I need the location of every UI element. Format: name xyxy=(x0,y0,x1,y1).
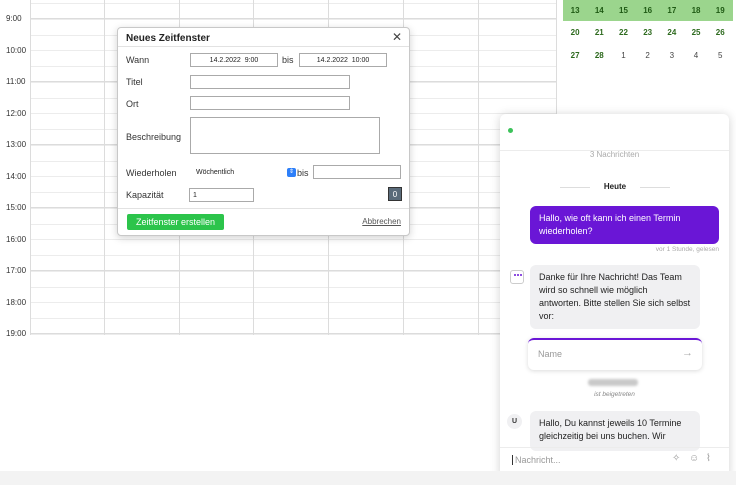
dialog-footer-divider xyxy=(118,208,409,209)
hour-label: 12:00 xyxy=(6,108,27,118)
mini-month-day[interactable]: 15 xyxy=(611,6,635,15)
paperclip-icon[interactable]: ⌇ xyxy=(706,453,711,464)
bot-avatar-icon xyxy=(510,270,524,284)
until-label: bis xyxy=(282,55,294,65)
end-datetime-input[interactable] xyxy=(299,53,387,67)
name-prompt-card: → xyxy=(528,338,702,370)
online-status-icon xyxy=(508,128,513,133)
user-message-bubble: Hallo, wie oft kann ich einen Termin wie… xyxy=(530,206,719,244)
repeat-label: Wiederholen xyxy=(126,168,177,178)
start-datetime-input[interactable] xyxy=(190,53,278,67)
mini-month-day[interactable]: 14 xyxy=(587,6,611,15)
mini-month-day[interactable]: 20 xyxy=(563,28,587,37)
repeat-select[interactable]: Wöchentlich ⇕ xyxy=(194,166,296,179)
mini-month-day[interactable]: 4 xyxy=(684,51,708,60)
title-label: Titel xyxy=(126,77,143,87)
description-label: Beschreibung xyxy=(126,132,182,142)
chevron-updown-icon: ⇕ xyxy=(287,168,296,177)
hour-label: 14:00 xyxy=(6,171,27,181)
mini-month-day[interactable]: 1 xyxy=(611,51,635,60)
mini-month-day[interactable]: 5 xyxy=(708,51,732,60)
mini-month-day[interactable]: 24 xyxy=(660,28,684,37)
agent-message-bubble: Hallo, Du kannst jeweils 10 Termine glei… xyxy=(530,411,700,451)
mini-month-day[interactable]: 3 xyxy=(660,51,684,60)
mini-month-day[interactable]: 2 xyxy=(636,51,660,60)
mini-month-week: 13 14 15 16 17 18 19 xyxy=(563,0,733,21)
mini-month-calendar: 13 14 15 16 17 18 19 20 21 22 23 24 25 26 27 28 1 2 3 4 5 xyxy=(563,0,733,67)
location-label: Ort xyxy=(126,99,139,109)
location-input[interactable] xyxy=(190,96,350,110)
name-input[interactable] xyxy=(538,349,668,359)
mini-month-day[interactable]: 25 xyxy=(684,28,708,37)
day-divider-line-right xyxy=(640,187,670,188)
title-input[interactable] xyxy=(190,75,350,89)
close-icon[interactable]: ✕ xyxy=(392,30,402,44)
create-timeslot-button[interactable]: Zeitfenster erstellen xyxy=(127,214,224,230)
hour-label: 15:00 xyxy=(6,203,27,212)
mini-month-day[interactable]: 18 xyxy=(684,6,708,15)
message-count: 3 Nachrichten xyxy=(589,150,640,159)
page-footer-strip xyxy=(0,471,736,485)
new-timeslot-dialog: Neues Zeitfenster ✕ Wann bis Titel Ort B… xyxy=(117,27,410,236)
repeat-until-label: bis xyxy=(297,168,309,178)
repeat-until-input[interactable] xyxy=(313,165,401,179)
mini-month-day[interactable]: 17 xyxy=(660,6,684,15)
mini-month-day[interactable]: 22 xyxy=(611,28,635,37)
description-textarea[interactable] xyxy=(190,117,380,154)
joined-user-name-blurred xyxy=(588,379,638,386)
joined-notice: ist beigetreten xyxy=(594,391,635,398)
capacity-label: Kapazität xyxy=(126,190,164,200)
mini-month-day[interactable]: 26 xyxy=(708,28,732,37)
mini-month-week: 20 21 22 23 24 25 26 xyxy=(563,21,733,44)
mini-month-day[interactable]: 16 xyxy=(636,6,660,15)
smiley-icon[interactable]: ☺ xyxy=(689,453,699,464)
mini-month-day[interactable]: 13 xyxy=(563,6,587,15)
hour-label: 16:00 xyxy=(6,234,27,244)
mini-month-day[interactable]: 27 xyxy=(563,51,587,60)
mini-month-day[interactable]: 19 xyxy=(708,6,732,15)
hour-label: 13:00 xyxy=(6,140,27,149)
chat-message-input[interactable] xyxy=(512,455,652,465)
bot-message-bubble: Danke für Ihre Nachricht! Das Team wird … xyxy=(530,265,700,329)
arrow-right-icon[interactable]: → xyxy=(682,347,693,359)
hour-label: 11:00 xyxy=(6,77,26,86)
capacity-input[interactable] xyxy=(189,188,254,202)
message-meta: vor 1 Stunde, gelesen xyxy=(655,246,719,253)
dialog-title: Neues Zeitfenster xyxy=(126,33,210,44)
mini-month-day[interactable]: 28 xyxy=(587,51,611,60)
when-label: Wann xyxy=(126,55,150,65)
hour-label: 18:00 xyxy=(6,297,27,307)
mini-month-day[interactable]: 23 xyxy=(636,28,660,37)
agent-avatar: U xyxy=(507,414,522,429)
hour-label: 19:00 xyxy=(6,329,27,338)
hour-label: 10:00 xyxy=(6,45,27,55)
mini-month-day[interactable]: 21 xyxy=(587,28,611,37)
hour-label: 9:00 xyxy=(6,14,22,23)
cancel-link[interactable]: Abbrechen xyxy=(362,217,401,226)
repeat-selected-value: Wöchentlich xyxy=(196,169,235,176)
sparkle-icon[interactable]: ✧ xyxy=(672,453,680,464)
day-divider: Heute xyxy=(560,182,670,192)
capacity-badge: 0 xyxy=(388,187,402,201)
mini-month-week: 27 28 1 2 3 4 5 xyxy=(563,44,733,67)
hour-label: 17:00 xyxy=(6,266,27,275)
chat-widget: 3 Nachrichten Heute Hallo, wie oft kann … xyxy=(500,114,729,479)
dialog-header-divider xyxy=(118,46,409,47)
chat-footer-divider xyxy=(500,447,729,448)
